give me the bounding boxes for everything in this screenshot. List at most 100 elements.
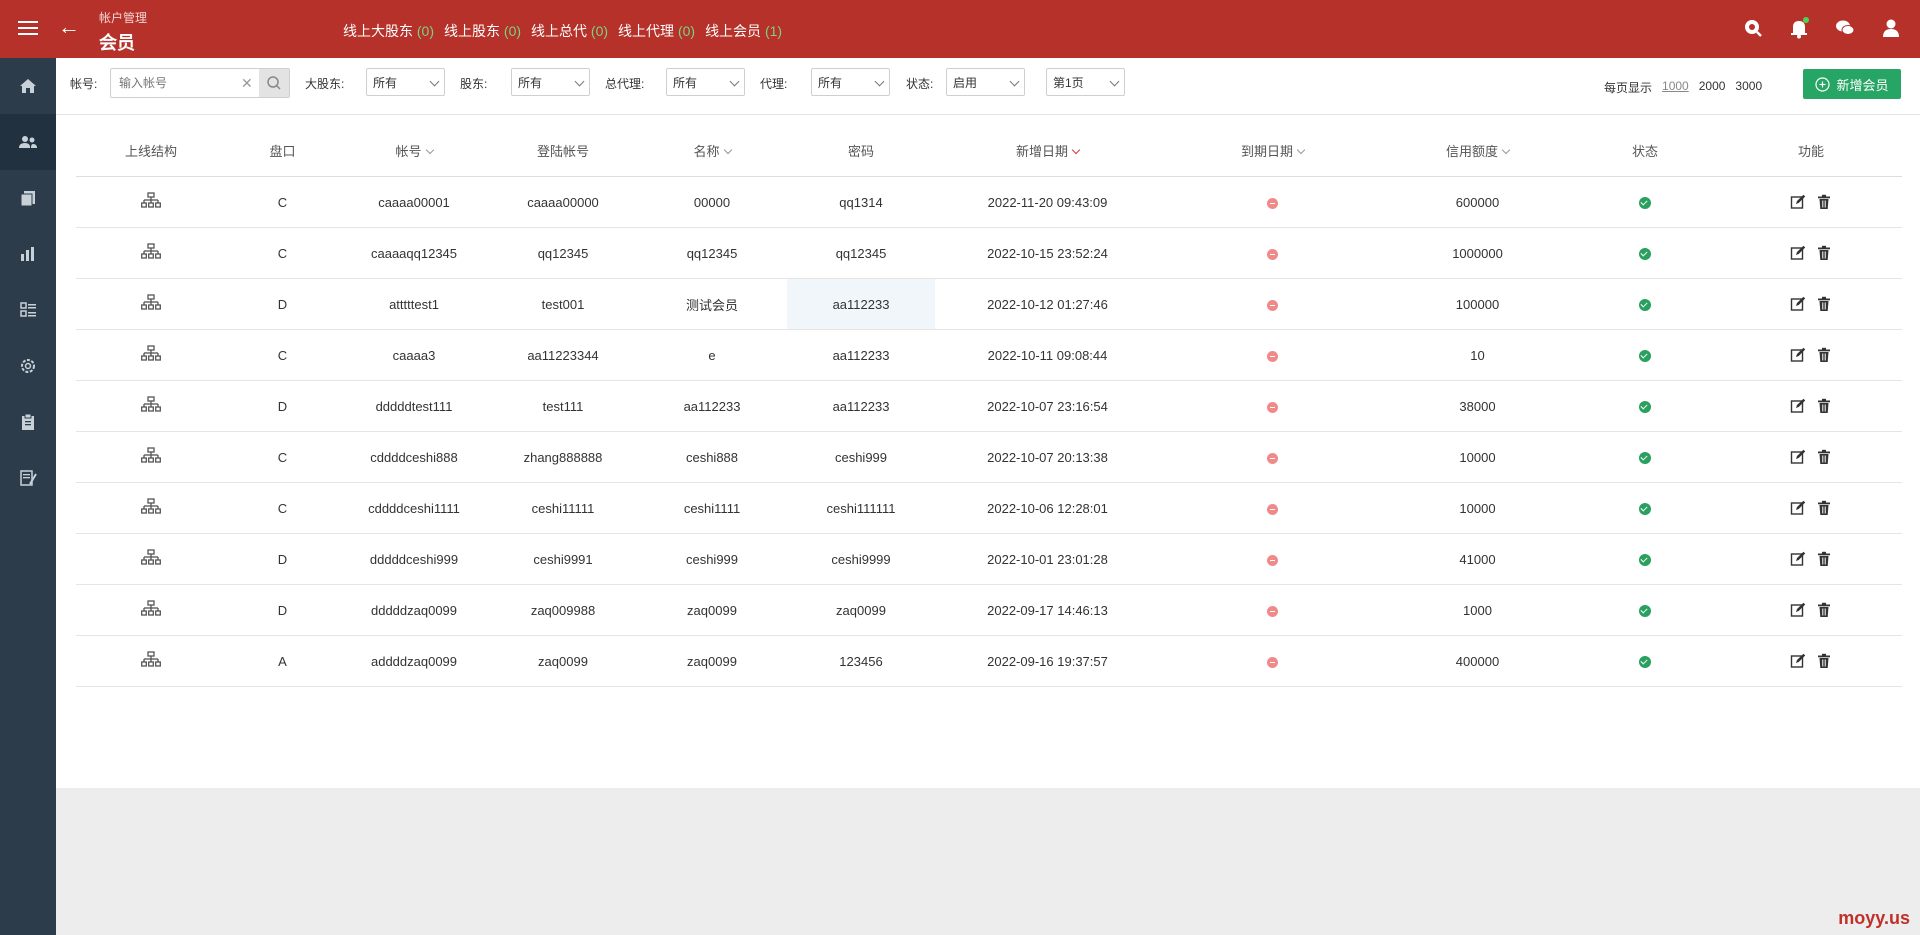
enabled-check-icon[interactable] bbox=[1639, 554, 1651, 567]
search-button[interactable] bbox=[259, 69, 289, 97]
expiry-cell bbox=[1160, 278, 1385, 330]
org-chart-icon[interactable] bbox=[141, 548, 161, 570]
org-chart-icon[interactable] bbox=[141, 293, 161, 315]
status-cell bbox=[1570, 533, 1720, 585]
actions-cell bbox=[1720, 176, 1902, 228]
login-cell: test001 bbox=[489, 278, 637, 330]
enabled-check-icon[interactable] bbox=[1639, 350, 1651, 363]
sidebar-item-users[interactable] bbox=[0, 114, 56, 170]
bell-icon[interactable] bbox=[1788, 17, 1810, 39]
search-globe-icon[interactable] bbox=[1742, 17, 1764, 39]
col-header-created[interactable]: 新增日期 bbox=[935, 124, 1160, 177]
enabled-check-icon[interactable] bbox=[1639, 656, 1651, 669]
col-header-name[interactable]: 名称 bbox=[637, 124, 787, 177]
online-general-agent[interactable]: 线上总代 (0) bbox=[531, 21, 608, 41]
col-header-account[interactable]: 帐号 bbox=[339, 124, 489, 177]
page-select[interactable]: 第1页 bbox=[1046, 68, 1125, 96]
edit-icon[interactable] bbox=[1790, 296, 1806, 312]
status-select[interactable]: 启用 bbox=[946, 68, 1025, 96]
org-chart-icon[interactable] bbox=[141, 446, 161, 468]
sort-icon bbox=[723, 145, 732, 154]
org-chart-icon[interactable] bbox=[141, 242, 161, 264]
delete-icon[interactable] bbox=[1816, 194, 1832, 210]
table-row: Ddddddzaq0099 zaq009988 zaq0099 zaq0099 2022… bbox=[76, 584, 1902, 636]
sidebar-item-report[interactable] bbox=[0, 450, 56, 506]
edit-icon[interactable] bbox=[1790, 449, 1806, 465]
plate-cell: C bbox=[226, 227, 339, 279]
delete-icon[interactable] bbox=[1816, 653, 1832, 669]
enabled-check-icon[interactable] bbox=[1639, 503, 1651, 516]
delete-icon[interactable] bbox=[1816, 500, 1832, 516]
per-page-1000[interactable]: 1000 bbox=[1662, 79, 1689, 96]
delete-icon[interactable] bbox=[1816, 602, 1832, 618]
delete-icon[interactable] bbox=[1816, 398, 1832, 414]
enabled-check-icon[interactable] bbox=[1639, 197, 1651, 210]
plate-cell: C bbox=[226, 176, 339, 228]
agent-select[interactable]: 所有 bbox=[811, 68, 890, 96]
edit-icon[interactable] bbox=[1790, 551, 1806, 567]
credit-cell: 10000 bbox=[1385, 431, 1570, 483]
users-icon bbox=[19, 136, 37, 148]
password-cell: qq12345 bbox=[787, 227, 935, 279]
edit-icon[interactable] bbox=[1790, 602, 1806, 618]
chat-icon[interactable] bbox=[1834, 17, 1856, 39]
online-shareholder[interactable]: 线上股东 (0) bbox=[444, 21, 521, 41]
sidebar-item-home[interactable] bbox=[0, 58, 56, 114]
org-chart-icon[interactable] bbox=[141, 599, 161, 621]
clear-icon[interactable]: ✕ bbox=[241, 75, 253, 92]
delete-icon[interactable] bbox=[1816, 449, 1832, 465]
shareholder-select[interactable]: 所有 bbox=[511, 68, 590, 96]
edit-icon[interactable] bbox=[1790, 398, 1806, 414]
list-icon bbox=[20, 302, 36, 317]
enabled-check-icon[interactable] bbox=[1639, 299, 1651, 312]
online-member[interactable]: 线上会员 (1) bbox=[705, 21, 782, 41]
enabled-check-icon[interactable] bbox=[1639, 605, 1651, 618]
sidebar-item-documents[interactable] bbox=[0, 170, 56, 226]
general-agent-select[interactable]: 所有 bbox=[666, 68, 745, 96]
no-expiry-icon bbox=[1267, 554, 1278, 566]
breadcrumb: 帐户管理 bbox=[99, 11, 148, 25]
account-search-input[interactable] bbox=[117, 75, 241, 91]
sidebar-item-settings[interactable] bbox=[0, 338, 56, 394]
no-expiry-icon bbox=[1267, 452, 1278, 464]
enabled-check-icon[interactable] bbox=[1639, 452, 1651, 465]
edit-icon[interactable] bbox=[1790, 500, 1806, 516]
edit-icon[interactable] bbox=[1790, 347, 1806, 363]
per-page-2000[interactable]: 2000 bbox=[1699, 79, 1726, 96]
edit-icon[interactable] bbox=[1790, 245, 1806, 261]
sidebar bbox=[0, 58, 56, 935]
sidebar-item-clipboard[interactable] bbox=[0, 394, 56, 450]
delete-icon[interactable] bbox=[1816, 347, 1832, 363]
online-agent[interactable]: 线上代理 (0) bbox=[618, 21, 695, 41]
report-icon bbox=[20, 470, 37, 486]
edit-icon[interactable] bbox=[1790, 194, 1806, 210]
online-stats: 线上大股东 (0) 线上股东 (0) 线上总代 (0) 线上代理 (0) 线上会… bbox=[343, 21, 782, 41]
plate-cell: C bbox=[226, 482, 339, 534]
sidebar-item-reports[interactable] bbox=[0, 226, 56, 282]
created-date-cell: 2022-10-12 01:27:46 bbox=[935, 278, 1160, 330]
org-chart-icon[interactable] bbox=[141, 344, 161, 366]
back-arrow-icon[interactable]: ← bbox=[58, 16, 80, 38]
org-chart-icon[interactable] bbox=[141, 650, 161, 672]
per-page-3000[interactable]: 3000 bbox=[1735, 79, 1762, 96]
enabled-check-icon[interactable] bbox=[1639, 248, 1651, 261]
delete-icon[interactable] bbox=[1816, 245, 1832, 261]
enabled-check-icon[interactable] bbox=[1639, 401, 1651, 414]
col-header-expiry[interactable]: 到期日期 bbox=[1160, 124, 1385, 177]
sidebar-item-list[interactable] bbox=[0, 282, 56, 338]
major-shareholder-select[interactable]: 所有 bbox=[366, 68, 445, 96]
delete-icon[interactable] bbox=[1816, 296, 1832, 312]
add-member-button[interactable]: 新增会员 bbox=[1803, 69, 1901, 99]
online-major-shareholder[interactable]: 线上大股东 (0) bbox=[343, 21, 434, 41]
edit-icon[interactable] bbox=[1790, 653, 1806, 669]
password-cell: 123456 bbox=[787, 635, 935, 687]
delete-icon[interactable] bbox=[1816, 551, 1832, 567]
org-chart-icon[interactable] bbox=[141, 191, 161, 213]
org-chart-icon[interactable] bbox=[141, 497, 161, 519]
user-icon[interactable] bbox=[1880, 17, 1902, 39]
no-expiry-icon bbox=[1267, 605, 1278, 617]
org-chart-icon[interactable] bbox=[141, 395, 161, 417]
col-header-credit[interactable]: 信用额度 bbox=[1385, 124, 1570, 177]
menu-icon[interactable] bbox=[18, 18, 38, 38]
account-cell: addddzaq0099 bbox=[339, 635, 489, 687]
